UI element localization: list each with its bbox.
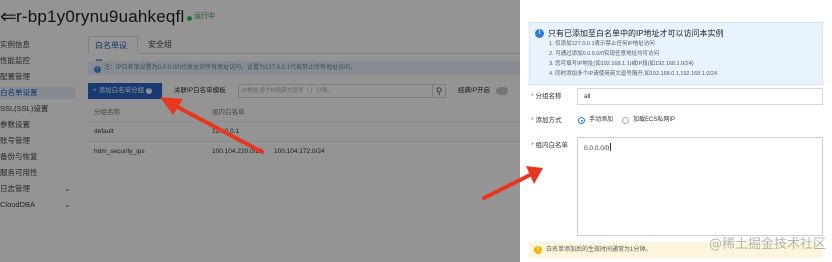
- status-dot-icon: [187, 16, 192, 21]
- info-icon: i: [94, 66, 101, 73]
- instance-title: r-bp1y0rynu9uahkeqfl: [16, 7, 185, 26]
- sidebar-item-clouddba[interactable]: CloudDBA: [0, 200, 35, 210]
- group-name-input[interactable]: all: [577, 88, 823, 105]
- warning-icon: !: [534, 246, 542, 254]
- sidebar-item-logs[interactable]: 日志管理: [0, 184, 30, 194]
- table-row: default 127.0.0.1: [88, 121, 520, 141]
- info-line: 4. 同时添加多个IP请使用英文逗号隔开,如192.168.0.1,192.16…: [549, 71, 718, 77]
- sidebar-item-params[interactable]: 参数设置: [0, 120, 30, 130]
- radio-load-ecs-ip[interactable]: [622, 117, 629, 124]
- question-icon[interactable]: ?: [146, 88, 153, 94]
- page-header: ⇐ r-bp1y0rynu9uahkeqfl 运行中: [0, 0, 520, 36]
- chevron-down-icon[interactable]: ⌄: [64, 184, 71, 194]
- chevron-down-icon[interactable]: ⌄: [64, 200, 71, 210]
- add-whitelist-drawer: i 只有已添加至白名单中的IP地址才可以访问本实例 1. 仅添加127.0.0.…: [520, 0, 832, 262]
- sidebar-item-config[interactable]: 配置管理: [0, 72, 30, 82]
- radio-load-ecs-ip-label[interactable]: 加载ECS私网IP: [633, 115, 675, 125]
- status-badge: 运行中: [194, 13, 215, 20]
- sidebar-item-ssl[interactable]: SSL(SSL)设置: [0, 104, 48, 114]
- info-line: 3. 您可填写IP地址(如192.168.1.1)或IP段(如192.168.1…: [549, 61, 694, 67]
- whitelist-notice: i 注：IP白名单设置为0.0.0.0/0代表允许所有地址访问，设置为127.0.…: [88, 61, 520, 75]
- tab-bar: 白名单设置 安全组: [88, 36, 520, 68]
- info-icon: i: [535, 29, 544, 38]
- sidebar-item-whitelist[interactable]: 白名单设置: [0, 87, 75, 99]
- radio-manual-add[interactable]: [578, 117, 585, 124]
- effect-time-text: 白名单添加后的生效时间通常为1分钟。: [546, 247, 652, 253]
- notice-text: 注：IP白名单设置为0.0.0.0/0代表允许所有地址访问，设置为127.0.0…: [104, 65, 357, 71]
- whitelist-ip-cell: 100.104.220.0/24: [212, 148, 263, 155]
- ip-search-input[interactable]: IP地址,多个IP用英文逗号（,）分隔。: [238, 84, 438, 98]
- sidebar-item-availability[interactable]: 服务可用性: [0, 168, 38, 178]
- column-header-group-name: 分组名称: [94, 109, 120, 116]
- search-icon[interactable]: ⚲: [432, 84, 446, 98]
- whitelist-textarea[interactable]: 0.0.0.0/0: [577, 137, 823, 236]
- watermark: @稀土掘金技术社区: [708, 237, 826, 252]
- arrow-left-icon[interactable]: ⇐: [0, 5, 17, 29]
- column-header-whitelist: 组内白名单: [212, 109, 245, 116]
- sidebar-item-instance-info[interactable]: 实例信息: [0, 40, 30, 50]
- tab-whitelist[interactable]: 白名单设置: [88, 36, 138, 68]
- group-name-cell: hdm_security_ips: [94, 148, 145, 155]
- info-title: 只有已添加至白名单中的IP地址才可以访问本实例: [548, 29, 724, 38]
- sidebar: 实例信息 性能监控 配置管理 白名单设置 SSL(SSL)设置 参数设置 账号管…: [0, 36, 75, 262]
- sidebar-item-backup[interactable]: 备份与恢复: [0, 152, 38, 162]
- whitelist-label: * 组内白名单: [531, 142, 569, 149]
- toolbar: + 添加白名单分组? 关联IP白名单模板 IP地址,多个IP用英文逗号（,）分隔…: [88, 83, 520, 99]
- network-toggle-label: 经典IP开启: [458, 87, 491, 94]
- whitelist-ip-cell: 100.104.172.0/24: [274, 148, 325, 155]
- whitelist-info-box: i 只有已添加至白名单中的IP地址才可以访问本实例 1. 仅添加127.0.0.…: [529, 22, 823, 85]
- info-line: 1. 仅添加127.0.0.1表示禁止任何IP地址访问: [549, 41, 655, 47]
- sidebar-item-accounts[interactable]: 账号管理: [0, 136, 30, 146]
- tab-security-group[interactable]: 安全组: [142, 36, 178, 54]
- sidebar-item-monitor[interactable]: 性能监控: [0, 56, 30, 66]
- network-toggle[interactable]: [496, 87, 508, 95]
- table-row: hdm_security_ips 100.104.220.0/24 100.10…: [88, 141, 520, 161]
- link-template-button[interactable]: 关联IP白名单模板: [174, 83, 226, 99]
- add-button-label: 添加白名单分组: [98, 87, 145, 94]
- group-name-cell: default: [94, 128, 114, 135]
- instance-console-page: ⇐ r-bp1y0rynu9uahkeqfl 运行中 实例信息 性能监控 配置管…: [0, 0, 520, 262]
- info-line: 2. 可通过添加0.0.0.0/0实现任意地址均可访问: [549, 51, 660, 57]
- table-header: 分组名称 组内白名单: [88, 106, 520, 120]
- add-whitelist-group-button[interactable]: + 添加白名单分组?: [88, 83, 162, 99]
- group-name-label: * 分组名称: [531, 93, 562, 100]
- radio-manual-add-label[interactable]: 手动添加: [589, 115, 613, 125]
- add-method-label: * 添加方式: [531, 117, 562, 124]
- whitelist-ip-cell: 127.0.0.1: [212, 128, 240, 135]
